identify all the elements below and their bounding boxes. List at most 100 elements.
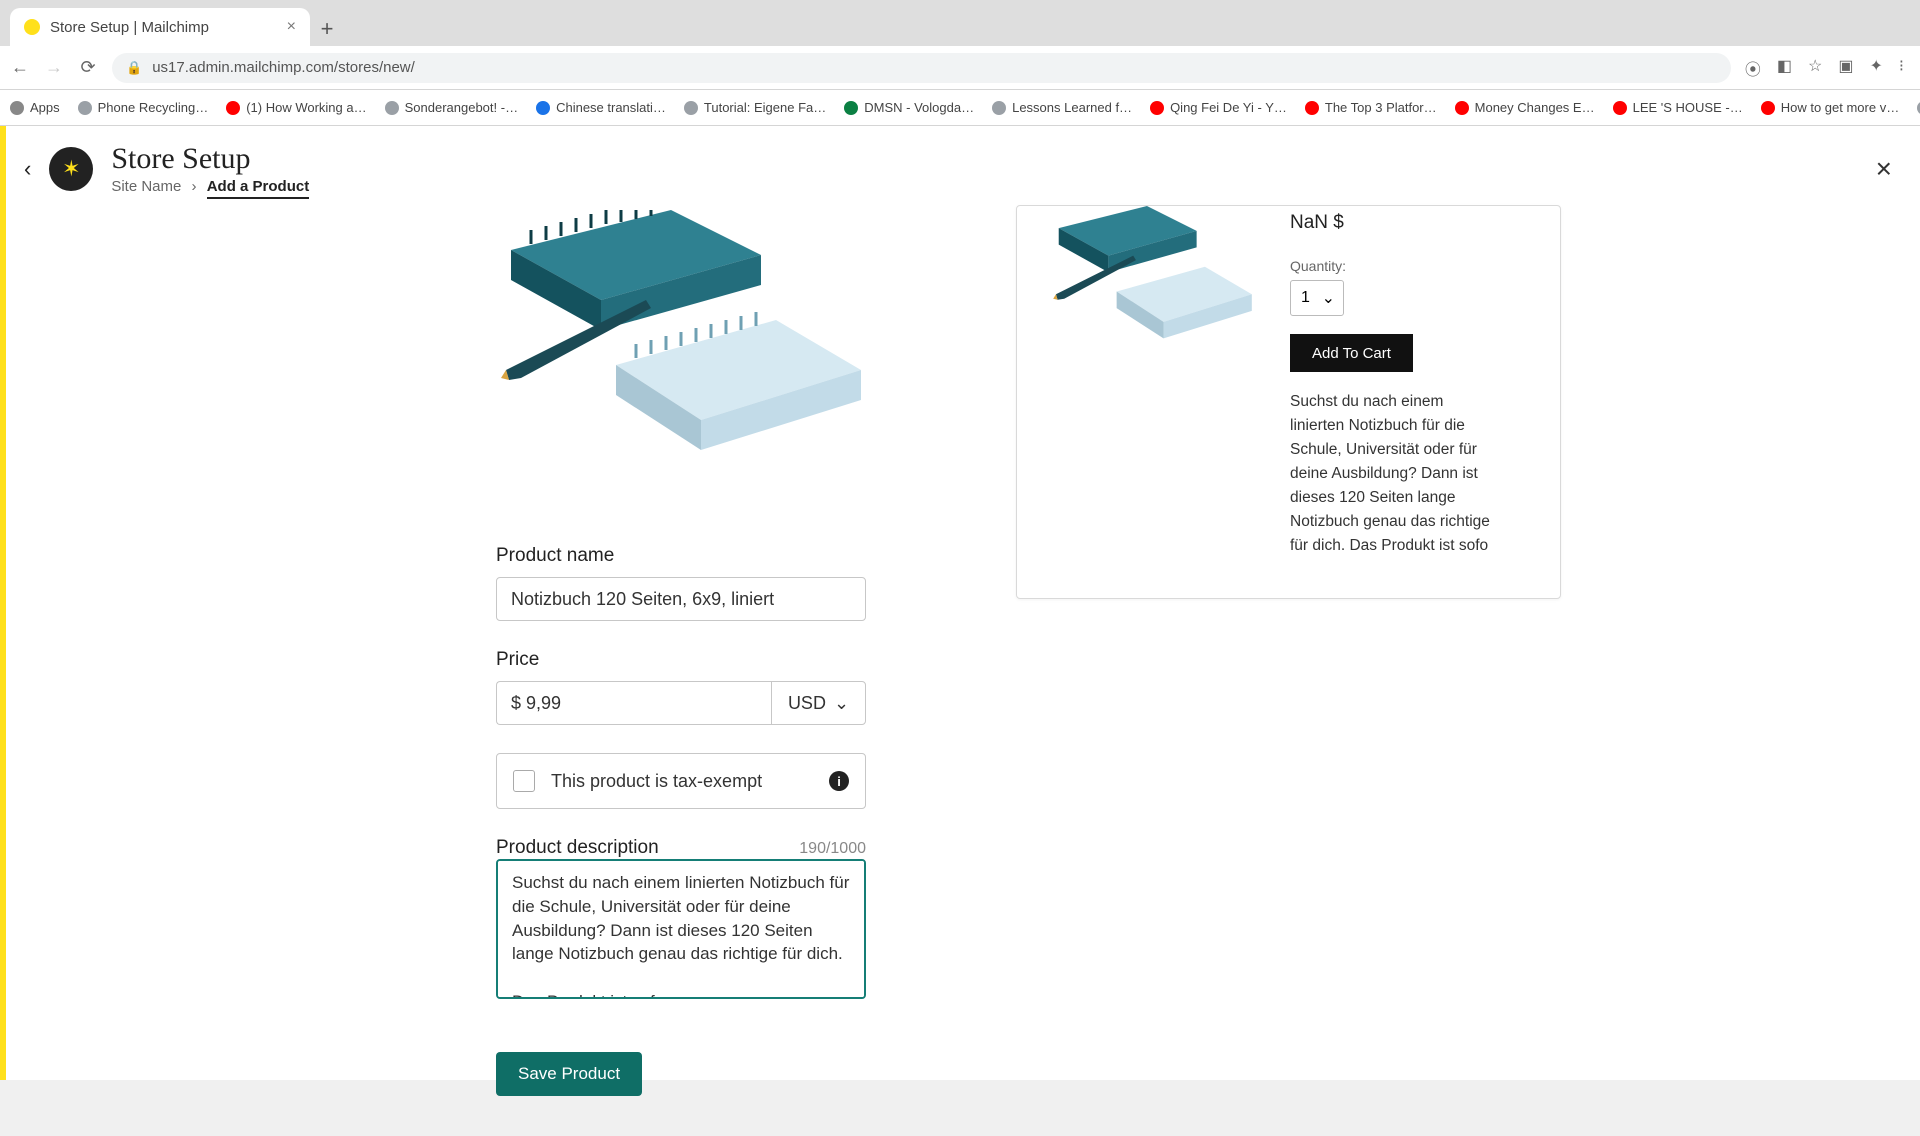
product-name-row: Product name (496, 545, 866, 621)
tax-exempt-box: This product is tax-exempt i (496, 753, 866, 809)
bookmark-item[interactable]: DMSN - Vologda… (844, 100, 974, 115)
currency-value: USD (788, 693, 826, 714)
back-chevron-icon[interactable]: ‹ (24, 156, 31, 182)
page-header: ‹ ✶ Store Setup Site Name › Add a Produc… (6, 126, 1920, 205)
page: ‹ ✶ Store Setup Site Name › Add a Produc… (0, 126, 1920, 1080)
menu-icon[interactable]: ⁝ (1899, 56, 1904, 80)
description-row: Product description 190/1000 (496, 837, 866, 1004)
add-to-cart-button[interactable]: Add To Cart (1290, 334, 1413, 372)
bookmark-favicon (226, 101, 240, 115)
bookmark-label: DMSN - Vologda… (864, 100, 974, 115)
bookmark-item[interactable]: LEE 'S HOUSE -… (1613, 100, 1743, 115)
breadcrumb-current: Add a Product (207, 178, 310, 199)
tab-close-icon[interactable]: × (287, 18, 296, 36)
bookmark-item[interactable]: How to get more v… (1761, 100, 1900, 115)
chevron-down-icon: ⌄ (1322, 288, 1335, 308)
breadcrumb-sep-icon: › (192, 178, 197, 195)
save-product-button[interactable]: Save Product (496, 1052, 642, 1096)
bookmark-label: Tutorial: Eigene Fa… (704, 100, 826, 115)
extension-icon[interactable]: ◧ (1777, 56, 1792, 80)
description-label: Product description (496, 837, 659, 859)
tax-row: This product is tax-exempt i (496, 753, 866, 809)
mailchimp-logo[interactable]: ✶ (49, 147, 93, 191)
preview-image (1045, 206, 1260, 376)
preview-description: Suchst du nach einem linierten Notizbuch… (1290, 390, 1500, 558)
page-title: Store Setup (111, 142, 309, 176)
bookmark-label: Qing Fei De Yi - Y… (1170, 100, 1287, 115)
url-text: us17.admin.mailchimp.com/stores/new/ (152, 59, 415, 76)
bookmark-item[interactable]: Money Changes E… (1455, 100, 1595, 115)
bookmark-item[interactable]: Chinese translati… (536, 100, 666, 115)
bookmark-label: The Top 3 Platfor… (1325, 100, 1437, 115)
quantity-value: 1 (1301, 289, 1310, 307)
bookmark-label: LEE 'S HOUSE -… (1633, 100, 1743, 115)
quantity-label: Quantity: (1290, 258, 1532, 274)
bookmark-label: (1) How Working a… (246, 100, 366, 115)
bookmark-favicon (1305, 101, 1319, 115)
puzzle-icon[interactable]: ✦ (1870, 56, 1883, 80)
nav-reload-icon[interactable]: ⟳ (78, 57, 98, 78)
bookmark-label: Apps (30, 100, 60, 115)
breadcrumb: Site Name › Add a Product (111, 178, 309, 195)
bookmark-favicon (1455, 101, 1469, 115)
main-content: Product name Price USD ⌄ This product is… (6, 205, 1920, 1136)
address-row: ← → ⟳ 🔒 us17.admin.mailchimp.com/stores/… (0, 46, 1920, 90)
bookmark-item[interactable]: Tutorial: Eigene Fa… (684, 100, 826, 115)
browser-right-icons: ⦿ ◧ ☆ ▣ ✦ ⁝ (1745, 56, 1910, 80)
description-counter: 190/1000 (799, 840, 866, 858)
bookmark-favicon (78, 101, 92, 115)
browser-tab[interactable]: Store Setup | Mailchimp × (10, 8, 310, 46)
translate-icon[interactable]: ⦿ (1745, 56, 1761, 80)
bookmark-label: Chinese translati… (556, 100, 666, 115)
bookmark-favicon (10, 101, 24, 115)
product-name-input[interactable] (496, 577, 866, 621)
breadcrumb-site[interactable]: Site Name (111, 178, 181, 195)
nav-back-icon[interactable]: ← (10, 57, 30, 78)
bookmark-label: Phone Recycling… (98, 100, 209, 115)
chevron-down-icon: ⌄ (834, 693, 849, 714)
fb-icon[interactable]: ▣ (1838, 56, 1853, 80)
price-label: Price (496, 649, 866, 671)
currency-select[interactable]: USD ⌄ (771, 681, 866, 725)
close-icon[interactable]: × (1876, 153, 1892, 185)
nav-forward-icon[interactable]: → (44, 57, 64, 78)
bookmark-item[interactable]: Apps (10, 100, 60, 115)
price-row: Price USD ⌄ (496, 649, 866, 725)
tax-exempt-label: This product is tax-exempt (551, 771, 762, 792)
bookmark-item[interactable]: Qing Fei De Yi - Y… (1150, 100, 1287, 115)
notebook-illustration-small-icon (1045, 206, 1260, 366)
bookmark-item[interactable]: The Top 3 Platfor… (1305, 100, 1437, 115)
info-icon[interactable]: i (829, 771, 849, 791)
star-icon[interactable]: ☆ (1808, 56, 1822, 80)
new-tab-button[interactable]: + (310, 12, 344, 46)
bookmark-item[interactable]: Phone Recycling… (78, 100, 209, 115)
preview-meta: NaN $ Quantity: 1 ⌄ Add To Cart Suchst d… (1290, 206, 1532, 558)
product-name-label: Product name (496, 545, 866, 567)
bookmark-item[interactable]: (1) How Working a… (226, 100, 366, 115)
preview-price: NaN $ (1290, 212, 1532, 234)
price-input[interactable] (496, 681, 771, 725)
tax-exempt-checkbox[interactable] (513, 770, 535, 792)
tab-title: Store Setup | Mailchimp (50, 19, 209, 36)
bookmark-label: Lessons Learned f… (1012, 100, 1132, 115)
product-image[interactable] (496, 205, 866, 505)
address-bar[interactable]: 🔒 us17.admin.mailchimp.com/stores/new/ (112, 53, 1731, 83)
bookmark-favicon (1613, 101, 1627, 115)
bookmark-item[interactable]: Lessons Learned f… (992, 100, 1132, 115)
quantity-select[interactable]: 1 ⌄ (1290, 280, 1344, 316)
bookmarks-bar: Apps Phone Recycling… (1) How Working a… So… (0, 90, 1920, 126)
bookmark-favicon (536, 101, 550, 115)
bookmark-favicon (385, 101, 399, 115)
bookmark-label: Money Changes E… (1475, 100, 1595, 115)
browser-chrome: Store Setup | Mailchimp × + ← → ⟳ 🔒 us17… (0, 0, 1920, 126)
form-column: Product name Price USD ⌄ This product is… (496, 205, 866, 1096)
bookmark-item[interactable]: Sonderangebot! -… (385, 100, 518, 115)
tab-strip: Store Setup | Mailchimp × + (0, 0, 1920, 46)
description-textarea[interactable] (496, 859, 866, 999)
lock-icon: 🔒 (126, 60, 142, 76)
bookmark-favicon (992, 101, 1006, 115)
bookmark-favicon (1150, 101, 1164, 115)
notebook-illustration-icon (501, 210, 861, 500)
bookmark-favicon (684, 101, 698, 115)
header-text: Store Setup Site Name › Add a Product (111, 142, 309, 195)
